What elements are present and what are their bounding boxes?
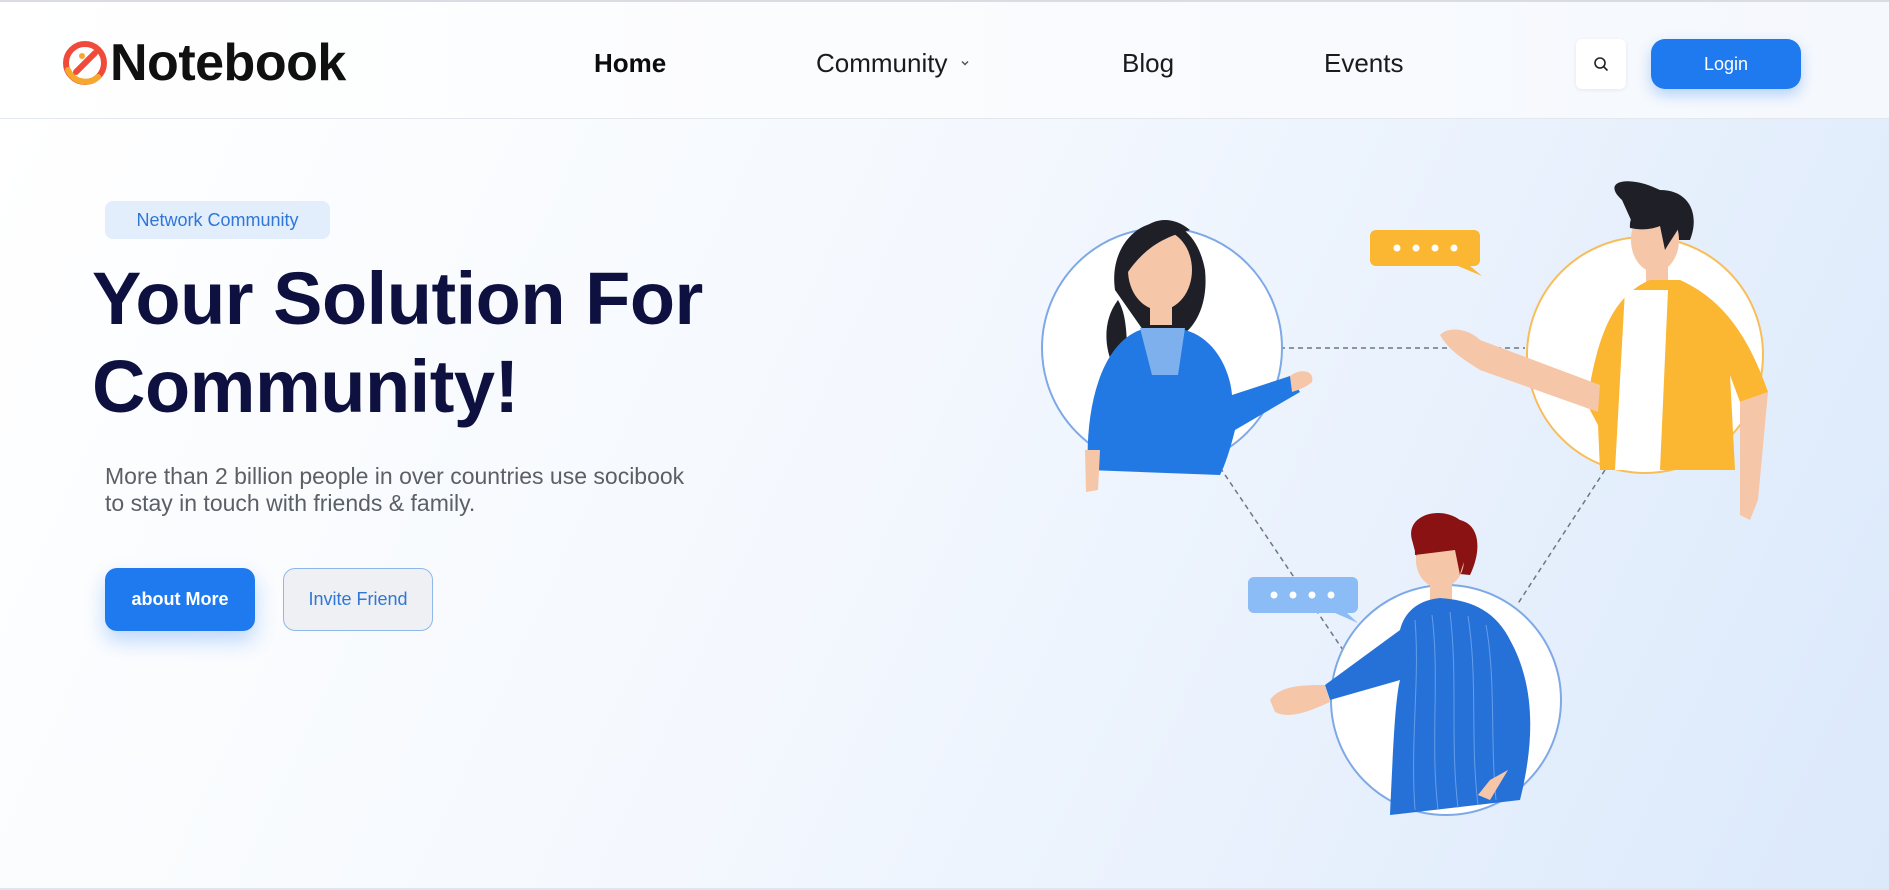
blue-chat-bubble (1248, 577, 1358, 623)
nav-home[interactable]: Home (594, 48, 666, 78)
chevron-down-icon (961, 60, 970, 66)
hero-subtitle-line1: More than 2 billion people in over count… (105, 463, 685, 489)
community-illustration (1041, 181, 1768, 816)
nav-community[interactable]: Community (816, 48, 971, 78)
nav-blog[interactable]: Blog (1122, 48, 1174, 78)
site-header: Notebook Home Community Blog Events Logi… (0, 2, 1889, 119)
hero-subtitle-line2: to stay in touch with friends & family. (105, 490, 476, 516)
man-yellow-avatar (1440, 181, 1768, 520)
about-more-button[interactable]: about More (105, 568, 255, 631)
hero-title: Your Solution For Community! (92, 255, 852, 431)
hero-title-line1: Your Solution For (92, 257, 703, 340)
notebook-logo-icon (63, 41, 107, 85)
brand-logo[interactable]: Notebook (62, 36, 346, 90)
man-blue-avatar (1270, 512, 1531, 815)
invite-friend-button[interactable]: Invite Friend (283, 568, 433, 631)
brand-name: Notebook (110, 34, 346, 92)
network-community-badge: Network Community (105, 201, 330, 239)
hero-title-line2: Community! (92, 345, 519, 428)
search-button[interactable] (1576, 39, 1626, 89)
hero-subtitle: More than 2 billion people in over count… (105, 463, 745, 517)
login-button[interactable]: Login (1651, 39, 1801, 89)
yellow-chat-bubble (1370, 230, 1482, 276)
search-icon (1594, 57, 1608, 71)
nav-events[interactable]: Events (1324, 48, 1404, 78)
nav-community-label: Community (816, 48, 948, 78)
